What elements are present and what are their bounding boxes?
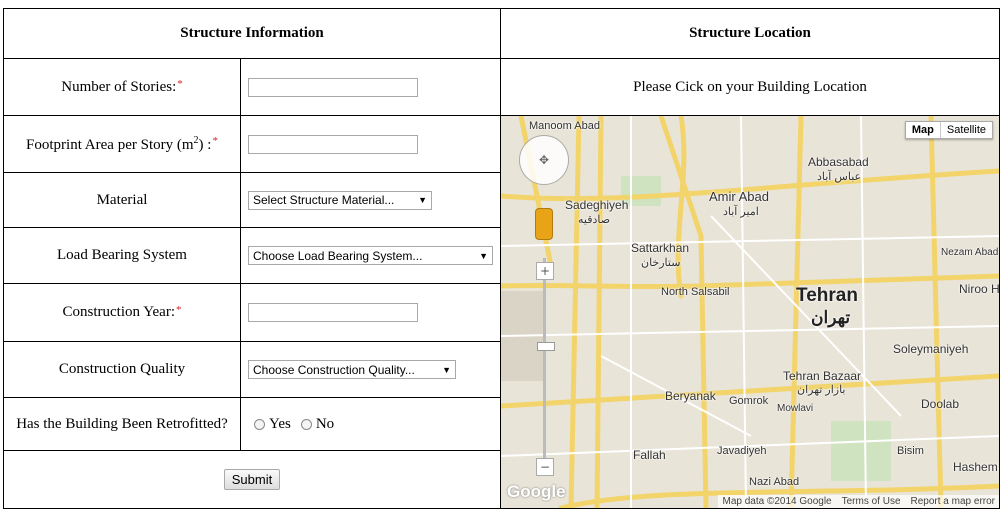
structure-location-header: Structure Location [500, 8, 1000, 59]
construction-year-input[interactable] [248, 303, 418, 322]
submit-button[interactable]: Submit [223, 469, 281, 490]
map-label-bisim: Bisim [897, 445, 924, 457]
report-map-error-link[interactable]: Report a map error [911, 496, 995, 507]
construction-year-cell [240, 283, 501, 342]
map-label-hashem: Hashem [953, 460, 998, 474]
map-label-amir-abad: Amir Abad [709, 189, 769, 204]
submit-row: Submit [3, 450, 501, 509]
map-label-niroo: Niroo H [959, 282, 999, 296]
dropdown-arrow-icon: ▼ [479, 250, 488, 261]
stories-cell [240, 58, 501, 116]
construction-quality-label: Construction Quality [3, 341, 241, 398]
stories-label: Number of Stories: * [3, 58, 241, 116]
map-attribution: Map data ©2014 Google Terms of Use Repor… [718, 495, 999, 508]
footprint-cell [240, 115, 501, 173]
construction-year-label: Construction Year: * [3, 283, 241, 342]
radio-icon [254, 418, 265, 430]
map-label-nazi-abad: Nazi Abad [749, 476, 800, 488]
map-label-sattarkhan-fa: ستارخان [641, 257, 681, 269]
map-label-manoom-abad: Manoom Abad [529, 120, 600, 132]
retrofit-label: Has the Building Been Retrofitted? [3, 397, 241, 451]
load-bearing-label: Load Bearing System [3, 227, 241, 284]
map-label-tehran-fa: تهران [811, 308, 851, 327]
map-label-tehran-bazaar: Tehran Bazaar [783, 369, 862, 383]
map-label-sadeghiyeh-fa: صادقیه [578, 214, 611, 226]
map-label-tehran: Tehran [796, 285, 858, 306]
map-label-north-salsabil: North Salsabil [661, 286, 730, 298]
zoom-in-icon[interactable]: + [536, 262, 554, 280]
construction-quality-select[interactable]: Choose Construction Quality... ▼ [248, 360, 456, 379]
map-label-nezam-abad: Nezam Abad [941, 247, 999, 258]
map-label-mowlavi: Mowlavi [777, 403, 814, 414]
map-label-javadiyeh: Javadiyeh [717, 445, 767, 457]
material-label: Material [3, 172, 241, 228]
terms-of-use-link[interactable]: Terms of Use [842, 496, 901, 507]
building-location-map[interactable]: Map Satellite ✥ + − Tehran تهران Amir Ab… [501, 116, 999, 508]
structure-information-header: Structure Information [3, 8, 501, 59]
map-label-sadeghiyeh: Sadeghiyeh [565, 198, 629, 212]
map-label-gomrok: Gomrok [729, 395, 769, 407]
zoom-out-icon[interactable]: − [536, 458, 554, 476]
map-label-doolab: Doolab [921, 397, 960, 411]
stories-input[interactable] [248, 77, 418, 97]
map-label-amir-abad-fa: امیر آباد [723, 206, 759, 218]
map-label-fallah: Fallah [633, 448, 666, 462]
radio-icon [300, 418, 312, 430]
load-bearing-select[interactable]: Choose Load Bearing System... ▼ [248, 246, 493, 265]
retrofit-no-radio[interactable]: No [291, 416, 334, 433]
map-type-control: Map Satellite [904, 121, 993, 139]
load-bearing-cell: Choose Load Bearing System... ▼ [240, 227, 501, 284]
retrofit-cell: Yes No [240, 397, 501, 451]
map-label-beryanak: Beryanak [665, 389, 716, 403]
location-prompt: Please Cick on your Building Location [500, 58, 1000, 116]
street-view-pegman-icon[interactable] [535, 208, 553, 240]
dropdown-arrow-icon: ▼ [442, 364, 451, 375]
footprint-input[interactable] [248, 134, 418, 154]
map-label-sattarkhan: Sattarkhan [631, 241, 690, 255]
map-label-tehran-bazaar-fa: بازار تهران [797, 384, 846, 396]
map-label-soleymaniyeh: Soleymaniyeh [893, 342, 969, 356]
material-cell: Select Structure Material... ▼ [240, 172, 501, 228]
dropdown-arrow-icon: ▼ [418, 195, 427, 205]
footprint-label: Footprint Area per Story (m2) : * [3, 115, 241, 173]
zoom-slider-track[interactable] [543, 258, 546, 458]
structure-form-table: Structure Information Structure Location… [3, 8, 1000, 509]
map-type-satellite-button[interactable]: Satellite [941, 122, 992, 138]
google-logo[interactable]: Google [507, 482, 566, 502]
retrofit-yes-radio[interactable]: Yes [246, 416, 291, 433]
map-data-text: Map data ©2014 Google [722, 496, 832, 507]
map-label-abbasabad-fa: عباس آباد [817, 171, 862, 183]
map-type-map-button[interactable]: Map [906, 122, 941, 138]
map-label-abbasabad: Abbasabad [808, 155, 869, 169]
pan-control-icon[interactable]: ✥ [519, 135, 569, 185]
material-select[interactable]: Select Structure Material... ▼ [248, 190, 432, 210]
zoom-slider-handle[interactable] [537, 342, 555, 351]
construction-quality-cell: Choose Construction Quality... ▼ [240, 341, 501, 398]
